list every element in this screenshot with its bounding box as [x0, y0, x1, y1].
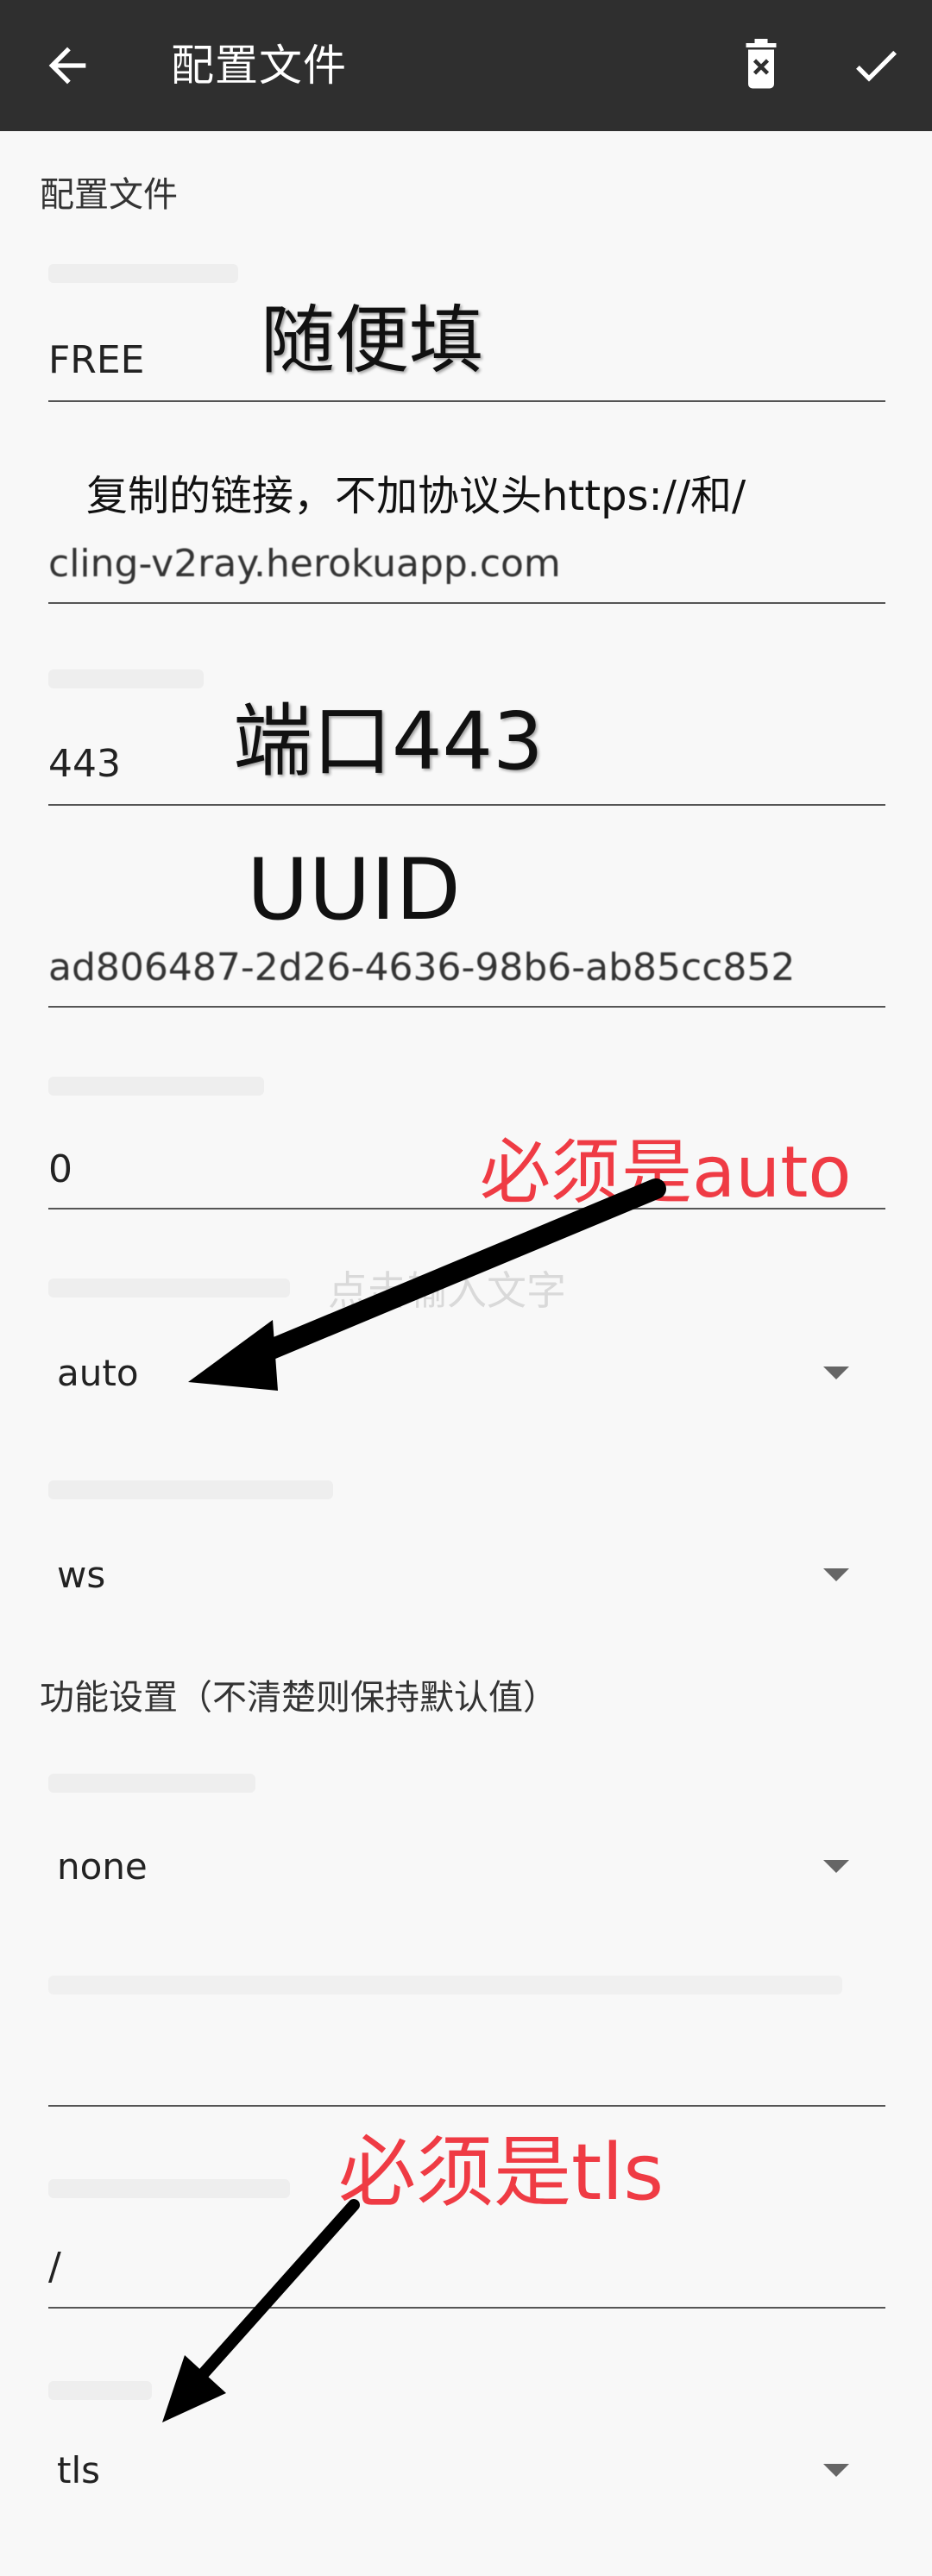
arrow-to-tls	[162, 2199, 360, 2422]
arrow-to-security	[188, 1178, 666, 1391]
annotation-arrows	[162, 1178, 666, 2422]
